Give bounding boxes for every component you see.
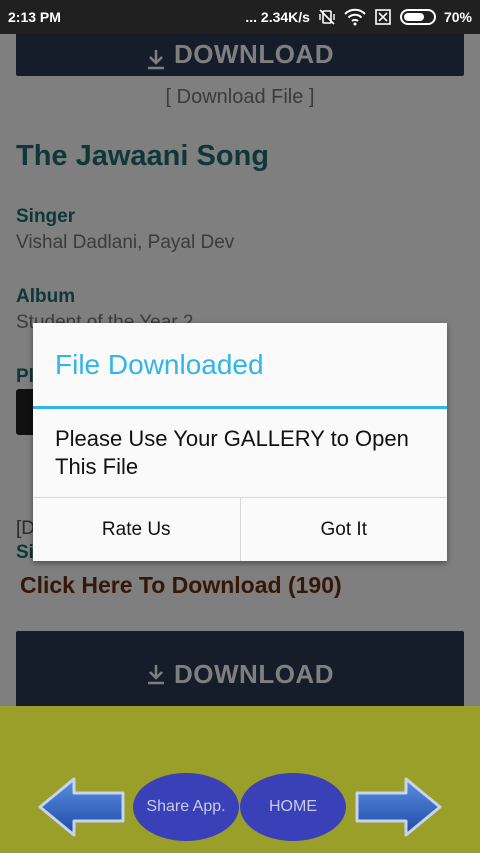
vibrate-off-icon bbox=[318, 8, 336, 26]
home-button[interactable]: HOME bbox=[240, 773, 346, 841]
network-speed: ... 2.34K/s bbox=[245, 9, 310, 25]
share-app-label: Share App. bbox=[146, 798, 226, 815]
file-downloaded-dialog: File Downloaded Please Use Your GALLERY … bbox=[33, 323, 447, 561]
got-it-button[interactable]: Got It bbox=[239, 498, 448, 561]
no-sim-icon bbox=[374, 8, 392, 26]
status-bar: 2:13 PM ... 2.34K/s 70% bbox=[0, 0, 480, 34]
right-arrow-icon bbox=[355, 777, 442, 837]
left-arrow-icon bbox=[38, 777, 125, 837]
back-arrow-button[interactable] bbox=[38, 776, 126, 843]
dialog-button-row: Rate Us Got It bbox=[33, 497, 447, 561]
status-time: 2:13 PM bbox=[8, 9, 61, 25]
bottom-nav-bar: Share App. HOME bbox=[0, 706, 480, 853]
battery-icon bbox=[399, 9, 436, 25]
dialog-title: File Downloaded bbox=[33, 323, 447, 409]
rate-us-button[interactable]: Rate Us bbox=[33, 498, 240, 561]
dialog-message: Please Use Your GALLERY to Open This Fil… bbox=[55, 426, 409, 479]
battery-percent: 70% bbox=[443, 9, 472, 25]
forward-arrow-button[interactable] bbox=[354, 776, 442, 843]
share-app-button[interactable]: Share App. bbox=[133, 773, 239, 841]
wifi-icon bbox=[344, 8, 366, 26]
status-right-group: ... 2.34K/s 70% bbox=[245, 8, 472, 26]
home-label: HOME bbox=[269, 798, 317, 815]
